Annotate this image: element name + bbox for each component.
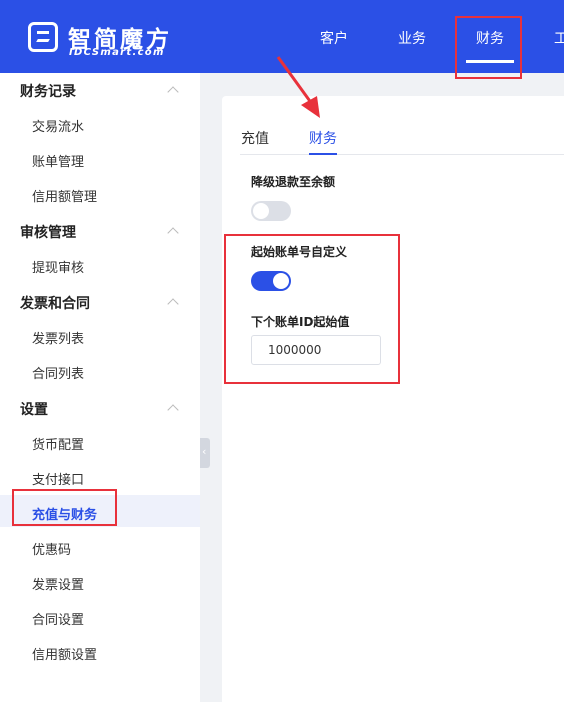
tab-finance[interactable]: 财务 [309, 128, 337, 148]
nav-tools[interactable]: 工 [554, 28, 564, 48]
sidebar-active-highlight [0, 495, 200, 527]
sidebar-item-credit-settings[interactable]: 信用额设置 [32, 644, 97, 663]
logo-icon [28, 22, 58, 52]
downgrade-refund-toggle[interactable] [251, 201, 291, 221]
sidebar-item-recharge-finance[interactable]: 充值与财务 [32, 504, 97, 523]
sidebar-item-credit[interactable]: 信用额管理 [32, 186, 97, 205]
downgrade-refund-label: 降级退款至余额 [251, 175, 336, 189]
toggle-knob [253, 203, 269, 219]
next-bill-id-input[interactable]: 1000000 [251, 335, 381, 365]
next-bill-id-label: 下个账单ID起始值 [251, 315, 350, 329]
sidebar-item-transactions[interactable]: 交易流水 [32, 116, 84, 135]
sidebar-item-invoice-settings[interactable]: 发票设置 [32, 574, 84, 593]
tab-divider [240, 154, 564, 155]
chevron-up-icon[interactable] [167, 86, 179, 98]
sidebar-group-review[interactable]: 审核管理 [20, 222, 76, 242]
chevron-up-icon[interactable] [167, 227, 179, 239]
nav-active-indicator [466, 60, 514, 63]
tab-recharge[interactable]: 充值 [241, 128, 269, 148]
sidebar-item-currency[interactable]: 货币配置 [32, 434, 84, 453]
custom-bill-number-toggle[interactable] [251, 271, 291, 291]
nav-finance[interactable]: 财务 [476, 28, 504, 48]
sidebar-item-bills[interactable]: 账单管理 [32, 151, 84, 170]
logo-text-en: IDCSmart.com [69, 47, 165, 58]
chevron-up-icon[interactable] [167, 404, 179, 416]
sidebar-item-invoice-list[interactable]: 发票列表 [32, 328, 84, 347]
nav-customers[interactable]: 客户 [320, 28, 348, 48]
toggle-knob [273, 273, 289, 289]
custom-bill-number-label: 起始账单号自定义 [251, 245, 348, 259]
tab-active-indicator [309, 153, 337, 155]
sidebar-group-settings[interactable]: 设置 [20, 399, 48, 419]
sidebar-group-invoice-contract[interactable]: 发票和合同 [20, 293, 90, 313]
chevron-up-icon[interactable] [167, 298, 179, 310]
sidebar-item-withdraw-review[interactable]: 提现审核 [32, 257, 84, 276]
sidebar-collapse-handle[interactable]: ‹ [200, 438, 210, 468]
sidebar-group-finance-records[interactable]: 财务记录 [20, 81, 76, 101]
sidebar-item-coupons[interactable]: 优惠码 [32, 539, 71, 558]
top-header: 智简魔方 IDCSmart.com 客户 业务 财务 工 [0, 0, 564, 73]
sidebar-item-payment[interactable]: 支付接口 [32, 469, 84, 488]
sidebar-item-contract-settings[interactable]: 合同设置 [32, 609, 84, 628]
sidebar-item-contract-list[interactable]: 合同列表 [32, 363, 84, 382]
chevron-left-icon: ‹ [202, 445, 207, 458]
sidebar: 财务记录 交易流水 账单管理 信用额管理 审核管理 提现审核 发票和合同 发票列… [0, 73, 200, 702]
nav-business[interactable]: 业务 [398, 28, 426, 48]
